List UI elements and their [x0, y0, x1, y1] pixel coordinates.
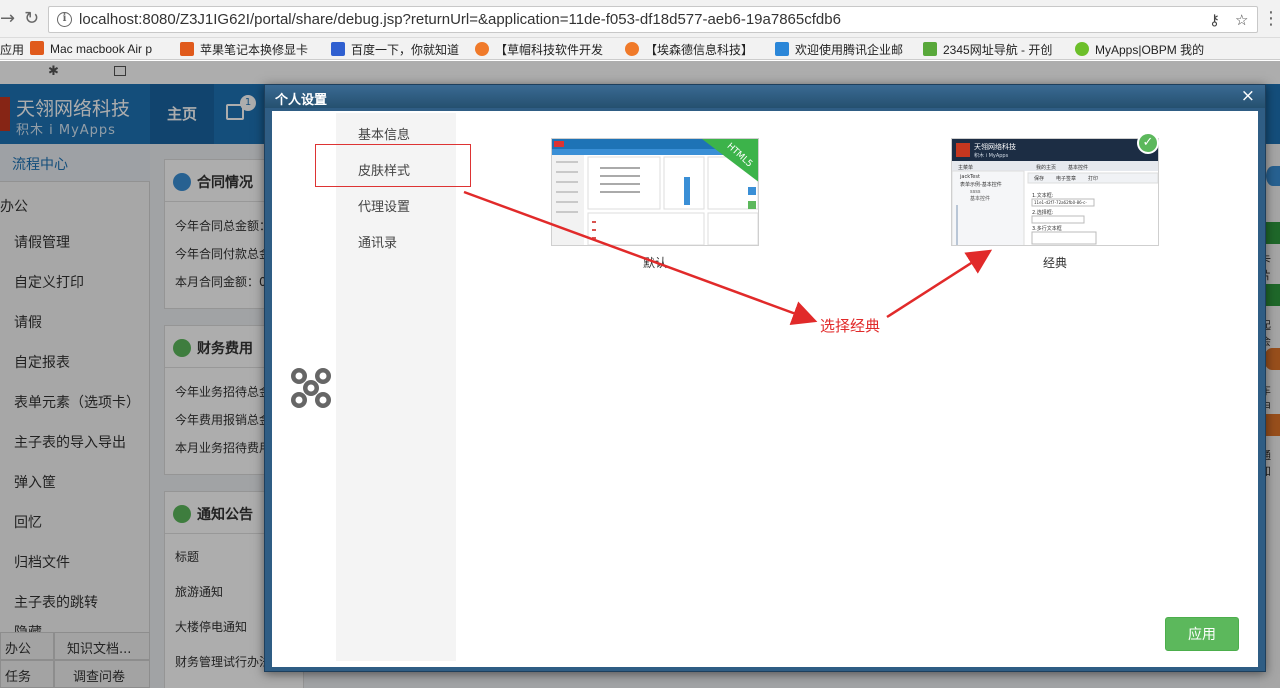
bookmark-icon — [1075, 42, 1089, 56]
mail-icon — [775, 42, 789, 56]
classic-field-label: 2.选择框: — [1032, 209, 1054, 216]
bookmark-item[interactable]: MyApps|OBPM 我的 — [1075, 41, 1204, 58]
forward-icon[interactable]: → — [0, 9, 15, 29]
bookmark-icon — [923, 42, 937, 56]
bookmark-item[interactable]: 百度一下，你就知道 — [331, 41, 459, 58]
skin-thumbnail-default[interactable]: HTML5 — [551, 138, 759, 246]
settings-menu: 基本信息 皮肤样式 代理设置 通讯录 — [336, 113, 456, 661]
highlight-box — [315, 144, 471, 187]
bookmark-item[interactable]: 【草帽科技软件开发 — [475, 41, 603, 58]
classic-menu-title: 主菜单 — [958, 164, 973, 171]
skin-label-default[interactable]: 默认 — [551, 254, 759, 271]
settings-modal: 个人设置 × 基本信息 皮肤样式 代理设置 通讯录 HTML5 默认 天翎网络科… — [264, 84, 1266, 672]
bookmark-item[interactable]: 2345网址导航 - 开创 — [923, 41, 1052, 58]
key-icon[interactable]: ⚷ — [1209, 11, 1220, 29]
classic-tree-item: 基本控件 — [970, 195, 990, 202]
selected-check-icon: ✓ — [1137, 132, 1159, 154]
classic-field-value: 11e1-d2f7-72a62fb0-86-c- — [1034, 200, 1087, 205]
menu-item-basic-info[interactable]: 基本信息 — [358, 124, 410, 143]
default-skin-preview: HTML5 — [552, 139, 758, 245]
menu-item-proxy-settings[interactable]: 代理设置 — [358, 196, 410, 215]
bookmarks-bar: 应用 Mac macbook Air p 苹果笔记本换修显卡 百度一下，你就知道… — [0, 38, 1280, 60]
settings-gear-icon — [291, 368, 331, 408]
menu-icon[interactable]: ⋮ — [1262, 9, 1280, 29]
classic-tool: 保存 — [1034, 175, 1044, 182]
modal-body: 基本信息 皮肤样式 代理设置 通讯录 HTML5 默认 天翎网络科技 积木 i … — [272, 111, 1258, 667]
apply-button[interactable]: 应用 — [1165, 617, 1239, 651]
classic-skin-preview: 天翎网络科技 积木 i MyApps 主菜单 我的主页 基本控件 jackTes… — [952, 139, 1158, 245]
classic-brand-sub: 积木 i MyApps — [974, 152, 1009, 159]
address-bar[interactable]: i localhost:8080/Z3J1IG62I/portal/share/… — [48, 6, 1258, 33]
classic-tool: 打印 — [1088, 175, 1098, 182]
star-icon[interactable]: ☆ — [1235, 11, 1248, 29]
bookmark-icon — [180, 42, 194, 56]
classic-tool: 电子签章 — [1056, 175, 1076, 182]
annotation-text: 选择经典 — [820, 317, 881, 335]
classic-tree-item: jackTest — [959, 174, 980, 180]
classic-tree-item: ssss — [970, 189, 981, 195]
classic-brand: 天翎网络科技 — [974, 142, 1016, 151]
bookmark-icon — [30, 41, 44, 55]
classic-tree-item: 表单示例-基本控件 — [960, 181, 1002, 188]
bookmark-apps[interactable]: 应用 — [0, 41, 24, 58]
skin-label-classic[interactable]: 经典 — [951, 254, 1159, 271]
bookmark-item[interactable]: Mac macbook Air p — [30, 41, 152, 56]
modal-title: 个人设置 — [275, 93, 328, 108]
bookmark-icon — [475, 42, 489, 56]
bookmark-item[interactable]: 欢迎使用腾讯企业邮 — [775, 41, 903, 58]
classic-field-label: 3.多行文本框 — [1032, 225, 1062, 232]
classic-tab: 我的主页 — [1036, 164, 1056, 171]
browser-toolbar: → ↻ i localhost:8080/Z3J1IG62I/portal/sh… — [0, 0, 1280, 38]
info-icon[interactable]: i — [57, 12, 72, 27]
classic-tab: 基本控件 — [1068, 164, 1088, 171]
modal-titlebar: 个人设置 × — [265, 85, 1265, 108]
menu-item-contacts[interactable]: 通讯录 — [358, 232, 397, 251]
bookmark-icon — [625, 42, 639, 56]
bookmark-item[interactable]: 苹果笔记本换修显卡 — [180, 41, 308, 58]
url-text[interactable]: localhost:8080/Z3J1IG62I/portal/share/de… — [79, 11, 841, 28]
paw-icon — [331, 42, 345, 56]
close-icon[interactable]: × — [1241, 86, 1255, 106]
bookmark-item[interactable]: 【埃森德信息科技】 — [625, 41, 753, 58]
reload-icon[interactable]: ↻ — [24, 9, 39, 29]
skin-thumbnail-classic[interactable]: 天翎网络科技 积木 i MyApps 主菜单 我的主页 基本控件 jackTes… — [951, 138, 1159, 246]
classic-field-label: 1.文本框: — [1032, 192, 1054, 199]
